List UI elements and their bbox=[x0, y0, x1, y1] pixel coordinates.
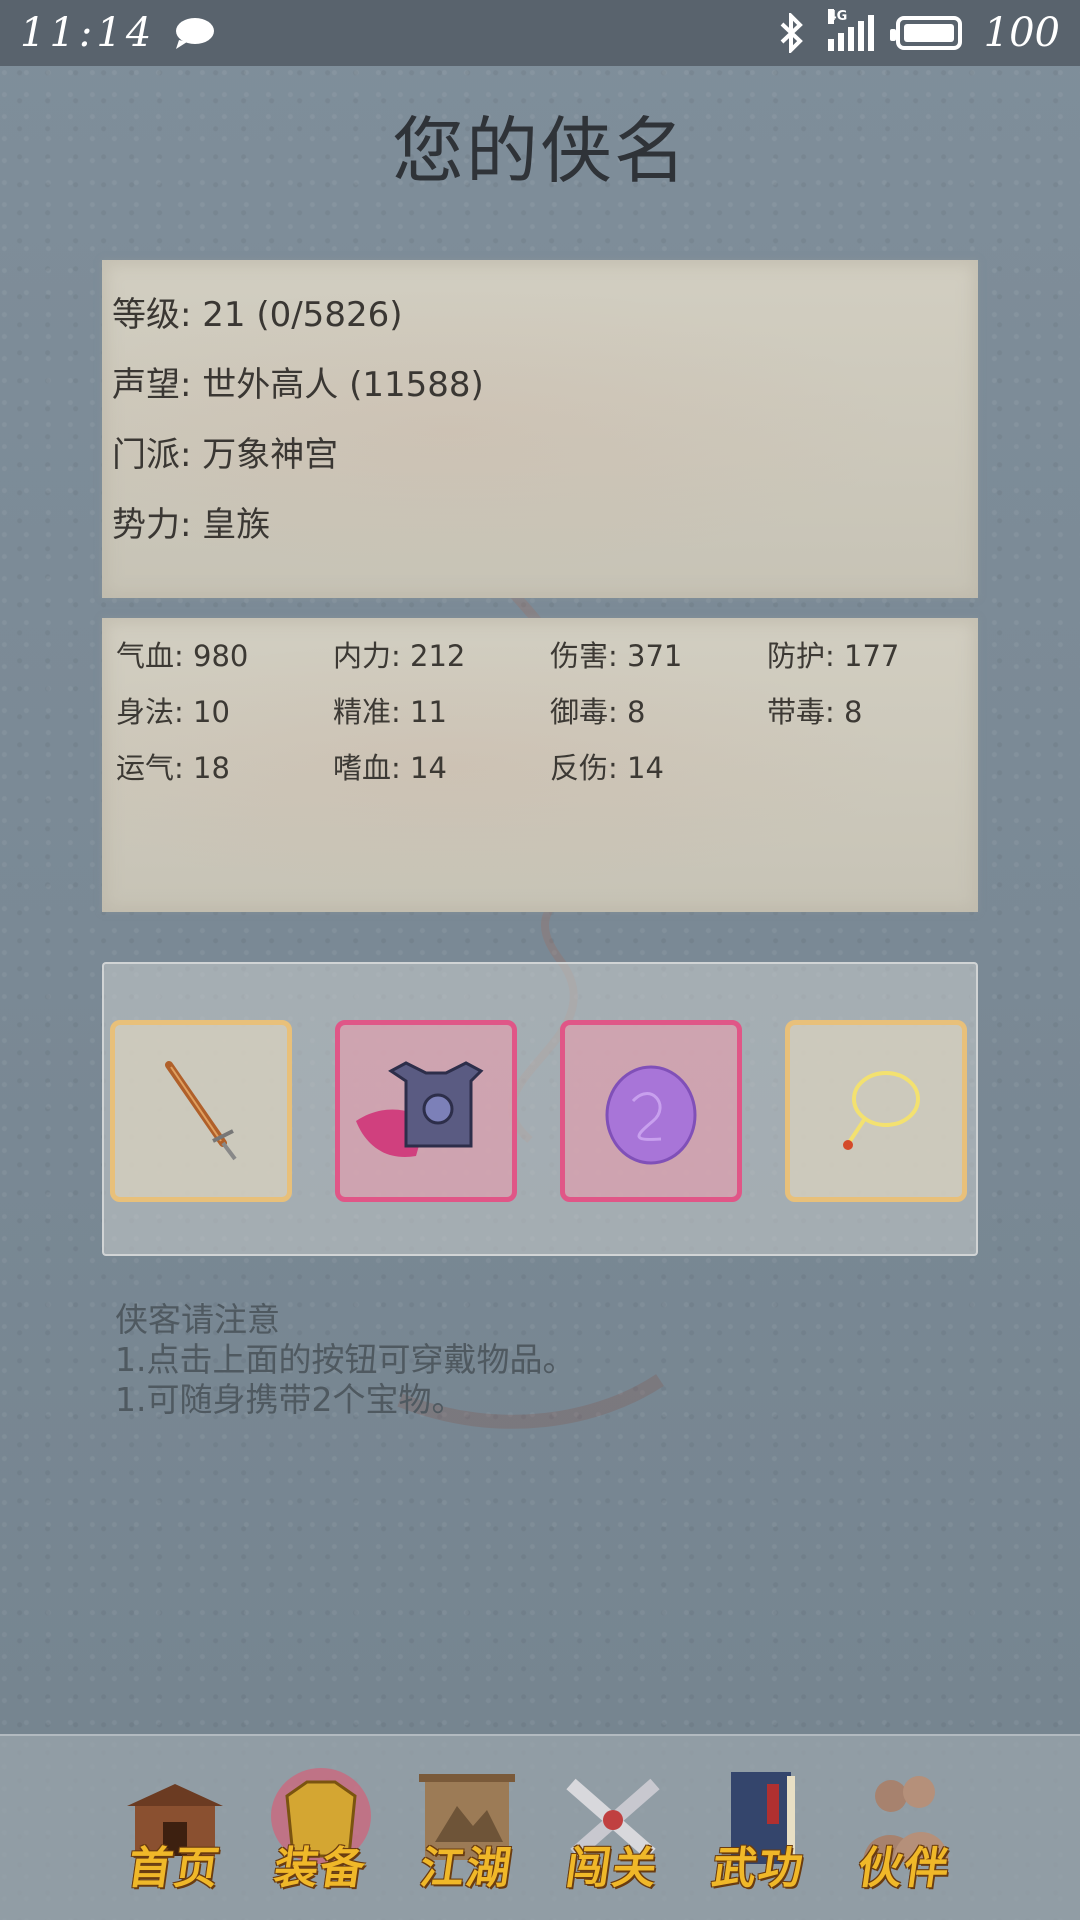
equip-slot-treasure-2[interactable] bbox=[785, 1020, 967, 1202]
equip-slot-weapon[interactable] bbox=[110, 1020, 292, 1202]
bottom-nav: 首页 装备 江湖 闯关 武功 伙伴 bbox=[0, 1734, 1080, 1920]
stat-agility: 身法: 10 bbox=[116, 695, 230, 729]
notice-text: 侠客请注意 1.点击上面的按钮可穿戴物品。 1.可随身携带2个宝物。 bbox=[115, 1300, 576, 1420]
necklace-icon bbox=[843, 1071, 920, 1150]
stat-hp: 气血: 980 bbox=[116, 639, 249, 673]
battery-icon bbox=[889, 16, 962, 50]
sword-icon bbox=[165, 1061, 237, 1161]
nav-jianghu[interactable]: 江湖 bbox=[409, 1766, 525, 1896]
equip-slot-treasure-1[interactable] bbox=[560, 1020, 742, 1202]
status-time: 11:14 bbox=[20, 10, 156, 56]
nav-equipment[interactable]: 装备 bbox=[263, 1766, 379, 1896]
stat-defense: 防护: 177 bbox=[767, 639, 900, 673]
stat-reflect: 反伤: 14 bbox=[550, 751, 664, 785]
profile-card: 等级: 21 (0/5826) 声望: 世外高人 (11588) 门派: 万象神… bbox=[102, 260, 978, 598]
faction-text: 势力: 皇族 bbox=[112, 505, 271, 545]
nav-challenge[interactable]: 闯关 bbox=[555, 1766, 671, 1896]
nav-home[interactable]: 首页 bbox=[117, 1766, 233, 1896]
nav-equipment-label: 装备 bbox=[270, 1843, 370, 1894]
stats-card: 气血: 980 内力: 212 伤害: 371 防护: 177 身法: 10 精… bbox=[102, 618, 978, 912]
nav-jianghu-label: 江湖 bbox=[416, 1843, 516, 1894]
nav-home-label: 首页 bbox=[124, 1843, 224, 1894]
battery-level: 100 bbox=[983, 10, 1060, 56]
status-bar: 11:14 4G 100 bbox=[0, 0, 1080, 66]
page-title: 您的侠名 bbox=[391, 109, 688, 193]
armor-icon bbox=[356, 1061, 484, 1157]
notice-line-2: 1.可随身携带2个宝物。 bbox=[115, 1380, 465, 1419]
nav-martial-arts-label: 武功 bbox=[708, 1843, 808, 1894]
notice-title: 侠客请注意 bbox=[115, 1300, 280, 1339]
equip-slot-armor[interactable] bbox=[335, 1020, 517, 1202]
stat-internal-power: 内力: 212 bbox=[333, 639, 466, 673]
bluetooth-icon bbox=[780, 13, 803, 53]
nav-partners[interactable]: 伙伴 bbox=[847, 1766, 963, 1896]
stat-luck: 运气: 18 bbox=[116, 751, 230, 785]
stat-accuracy: 精准: 11 bbox=[333, 695, 447, 729]
level-text: 等级: 21 (0/5826) bbox=[112, 295, 403, 335]
stat-lifesteal: 嗜血: 14 bbox=[333, 751, 447, 785]
stat-damage: 伤害: 371 bbox=[550, 639, 683, 673]
nav-martial-arts[interactable]: 武功 bbox=[701, 1766, 817, 1896]
purple-orb-icon bbox=[605, 1065, 697, 1165]
reputation-text: 声望: 世外高人 (11588) bbox=[112, 365, 484, 405]
signal-icon: 4G bbox=[827, 9, 874, 51]
stat-poison-resist: 御毒: 8 bbox=[550, 695, 646, 729]
notice-line-1: 1.点击上面的按钮可穿戴物品。 bbox=[115, 1340, 576, 1379]
sect-text: 门派: 万象神宫 bbox=[112, 435, 339, 475]
nav-challenge-label: 闯关 bbox=[562, 1843, 662, 1894]
equipment-panel bbox=[102, 962, 978, 1256]
nav-partners-label: 伙伴 bbox=[854, 1843, 954, 1894]
stat-poison: 带毒: 8 bbox=[767, 695, 863, 729]
message-icon bbox=[176, 18, 215, 49]
